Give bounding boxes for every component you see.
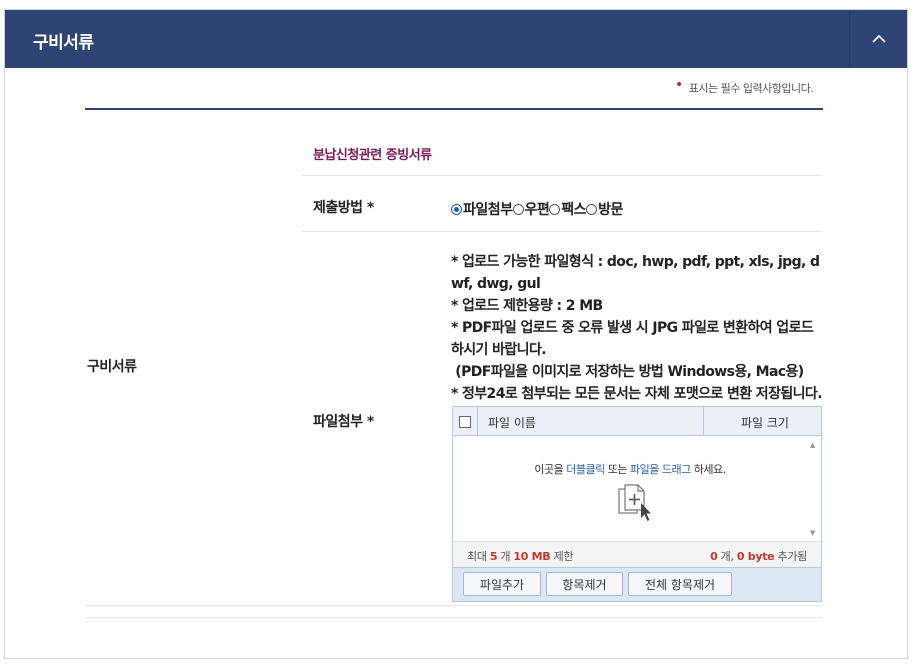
radio-label: 방문 <box>598 202 623 218</box>
add-file-button[interactable]: 파일추가 <box>463 572 541 596</box>
divider <box>85 108 823 110</box>
radio-empty-icon <box>512 203 524 215</box>
radio-visit[interactable]: 방문 <box>586 199 623 219</box>
file-uploader: 파일 이름 파일 크기 이곳을 더블클릭 또는 파일을 드래그 하세요. ▲ ▼… <box>452 406 822 602</box>
file-list-scrollbar[interactable]: ▲ ▼ <box>807 437 821 541</box>
required-note-text: 표시는 필수 입력사항입니다. <box>688 82 814 95</box>
upload-note: * PDF파일 업로드 중 오류 발생 시 JPG 파일로 변환하여 업로드 하… <box>451 320 814 358</box>
upload-added-text: 0 개, 0 byte 추가됨 <box>710 550 807 563</box>
radio-mail[interactable]: 우편 <box>512 199 550 219</box>
chevron-up-icon <box>871 34 886 43</box>
add-file-icon <box>618 484 651 521</box>
column-file-size: 파일 크기 <box>741 416 789 430</box>
upload-note: * 업로드 제한용량 : 2 MB <box>451 298 603 314</box>
panel-title: 구비서류 <box>33 33 94 53</box>
file-attach-label: 파일첨부 * <box>313 414 374 430</box>
row-label-documents: 구비서류 <box>87 359 137 375</box>
uploader-button-bar: 파일추가 항목제거 전체 항목제거 <box>453 567 821 601</box>
remove-all-items-button[interactable]: 전체 항목제거 <box>628 572 732 596</box>
scroll-down-arrow-icon[interactable]: ▼ <box>810 529 815 537</box>
divider <box>85 605 823 606</box>
submit-method-label: 제출방법 * <box>313 200 374 216</box>
drop-message: 이곳을 더블클릭 또는 파일을 드래그 하세요. <box>534 463 726 476</box>
radio-label: 파일첨부 <box>463 202 513 218</box>
column-file-name: 파일 이름 <box>488 416 536 430</box>
radio-file-attach[interactable]: 파일첨부 <box>451 199 513 219</box>
documents-panel: 구비서류 • 표시는 필수 입력사항입니다. 구비서류 분납신청관련 증빙서류 제… <box>4 9 908 659</box>
radio-empty-icon <box>586 203 598 215</box>
collapse-toggle-button[interactable] <box>849 10 907 68</box>
upload-limit-text: 최대 5 개 10 MB 제한 <box>467 550 574 563</box>
required-dot-icon: • <box>675 77 683 93</box>
radio-empty-icon <box>549 203 561 215</box>
section-title: 분납신청관련 증빙서류 <box>313 148 432 163</box>
radio-label: 팩스 <box>561 202 587 218</box>
scroll-up-arrow-icon[interactable]: ▲ <box>810 441 815 449</box>
radio-selected-icon <box>451 203 462 215</box>
radio-fax[interactable]: 팩스 <box>549 199 587 219</box>
submit-method-radio-group: 파일첨부 우편 팩스 방문 <box>451 199 623 219</box>
divider <box>301 231 821 232</box>
divider <box>301 175 821 176</box>
file-drop-zone[interactable]: 이곳을 더블클릭 또는 파일을 드래그 하세요. <box>453 437 807 541</box>
panel-header: 구비서류 <box>5 10 907 68</box>
select-all-checkbox[interactable] <box>459 416 471 428</box>
radio-label: 우편 <box>524 202 550 218</box>
uploader-header: 파일 이름 파일 크기 <box>453 407 821 436</box>
upload-note: * 업로드 가능한 파일형식 : doc, hwp, pdf, ppt, xls… <box>451 254 820 292</box>
upload-notes: * 업로드 가능한 파일형식 : doc, hwp, pdf, ppt, xls… <box>451 251 825 405</box>
upload-note: (PDF파일을 이미지로 저장하는 방법 Windows용, Mac용) <box>451 364 804 380</box>
divider <box>85 617 823 618</box>
remove-item-button[interactable]: 항목제거 <box>546 572 623 596</box>
uploader-status-bar: 최대 5 개 10 MB 제한 0 개, 0 byte 추가됨 <box>453 541 821 567</box>
required-note: • 표시는 필수 입력사항입니다. <box>675 77 814 96</box>
upload-note: * 정부24로 첨부되는 모든 문서는 자체 포맷으로 변환 저장됩니다. <box>451 386 823 402</box>
